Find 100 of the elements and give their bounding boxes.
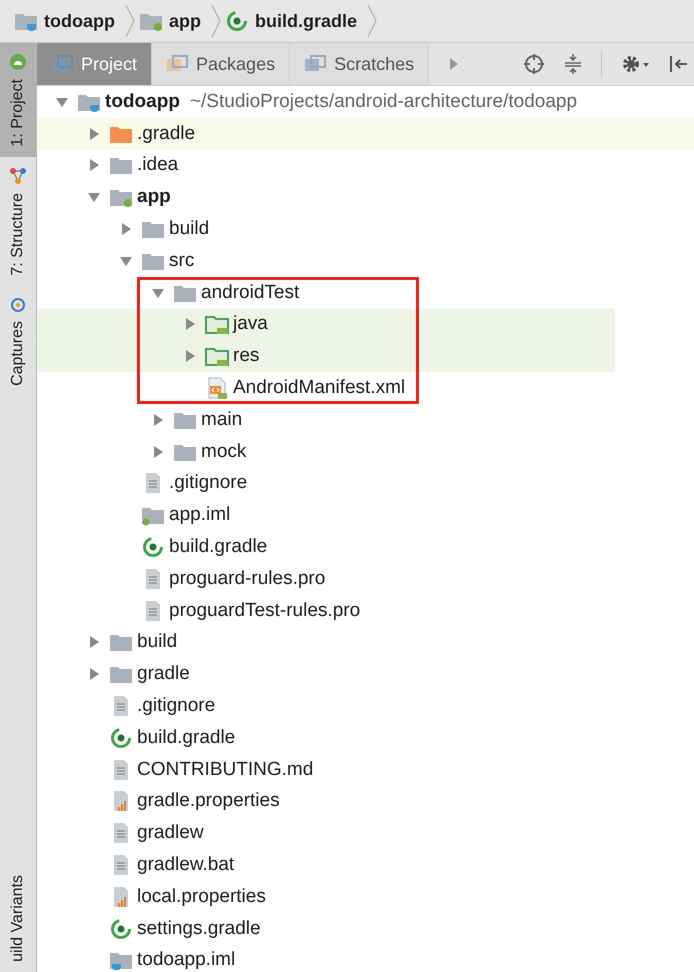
tree-item-label: gradlew.bat [137, 854, 234, 876]
tree-item-label: proguard-rules.pro [169, 568, 326, 590]
more-tabs-button[interactable] [449, 57, 460, 71]
gradle-file-icon [141, 536, 165, 558]
tree-item-label: mock [201, 440, 246, 463]
tree-item-label: local.properties [137, 886, 266, 908]
tree-row[interactable]: todoapp ~/StudioProjects/android-architecture/todoapp [37, 86, 694, 118]
tree-row[interactable]: .gitignore [37, 468, 694, 500]
tree-row[interactable]: androidTest [137, 276, 416, 309]
collapsed-arrow-icon [88, 128, 100, 140]
breadcrumb[interactable]: todoapp [14, 10, 121, 32]
collapsed-arrow-icon [152, 446, 164, 458]
hide-button[interactable] [668, 53, 688, 75]
collapsed-arrow-icon [88, 668, 100, 680]
tree-row[interactable]: src [37, 244, 694, 277]
tree-item-label: src [169, 250, 194, 272]
tree-row[interactable]: gradlew [37, 817, 694, 850]
tree-item-label: build [137, 631, 178, 654]
tree-row[interactable]: local.properties [37, 880, 694, 913]
tree-row[interactable]: .gitignore [37, 690, 694, 722]
tree-item-label: build.gradle [169, 536, 268, 558]
tree-row[interactable]: gradle [37, 658, 694, 690]
collapse-icon [563, 53, 584, 75]
view-tab[interactable]: Packages [152, 43, 290, 85]
tree-row[interactable]: mock [37, 436, 694, 468]
tree-row[interactable]: res [137, 340, 416, 372]
breadcrumb[interactable]: build.gradle [225, 10, 364, 32]
tree-item-label: gradle [137, 663, 190, 686]
project-path: ~/StudioProjects/android-architecture/todoapp [190, 90, 578, 113]
window-icon [166, 55, 188, 73]
tree-row[interactable]: build [37, 626, 694, 658]
tree-item-label: todoapp.iml [137, 949, 236, 972]
settings-button[interactable] [620, 53, 650, 75]
chevron-separator-icon [367, 4, 378, 38]
tool-window-tab[interactable]: 1: Project [0, 43, 36, 157]
tree-item-label: CONTRIBUTING.md [137, 758, 314, 781]
tree-row[interactable]: proguardTest-rules.pro [37, 594, 694, 627]
tree-row[interactable]: todoapp.iml [37, 944, 694, 972]
tree-row[interactable]: build [37, 213, 694, 245]
tree-row[interactable]: .gradle [37, 118, 694, 150]
tree-item-label: settings.gradle [137, 918, 261, 940]
window-icon [51, 55, 73, 73]
tree-row[interactable]: proguard-rules.pro [37, 562, 694, 595]
tree-item-label: build.gradle [137, 726, 236, 749]
chevron-separator-icon [211, 4, 221, 38]
tree-item-label: .idea [137, 154, 178, 176]
tree-item-label: androidTest [201, 282, 300, 304]
view-tab[interactable]: Scratches [290, 43, 430, 85]
tool-window-tab[interactable]: Captures [0, 285, 36, 396]
chevron-separator-icon [124, 4, 135, 38]
android-icon [9, 53, 27, 71]
tree-item-label: .gitignore [137, 695, 216, 718]
window-icon [304, 55, 326, 73]
tree-item-label: todoapp [105, 90, 180, 113]
collapsed-arrow-icon [152, 414, 164, 426]
collapsed-arrow-icon [120, 223, 132, 236]
tree-item-label: app.iml [169, 504, 230, 526]
tree-row[interactable]: build.gradle [37, 722, 694, 754]
expanded-arrow-icon [152, 286, 164, 299]
tree-item-label: java [233, 313, 268, 336]
target-icon [523, 53, 546, 75]
collapsed-arrow-icon [184, 350, 196, 362]
breadcrumb[interactable]: app [138, 10, 207, 32]
tree-row[interactable]: app.iml [37, 499, 694, 532]
test-folder-icon [205, 345, 229, 368]
tree-item-label: app [137, 186, 171, 208]
tool-window-tab[interactable]: 7: Structure [0, 156, 36, 286]
collapse-all-button[interactable] [563, 53, 584, 75]
tree-row[interactable]: gradlew.bat [37, 849, 694, 881]
tree-row[interactable]: java [137, 308, 416, 340]
tree-row[interactable]: app [37, 181, 694, 214]
structure-icon [9, 166, 27, 185]
tree-item-label: main [201, 408, 242, 431]
tree-item-label: res [233, 345, 260, 368]
tree-row[interactable]: CONTRIBUTING.md [37, 754, 694, 786]
tree-item-label: gradlew [137, 822, 204, 844]
expanded-arrow-icon [120, 254, 132, 267]
tree-item-label: .gradle [137, 122, 196, 145]
tree-row[interactable]: build.gradle [37, 531, 694, 563]
expanded-arrow-icon [56, 96, 68, 108]
tree-item-label: build [169, 218, 210, 240]
tree-row[interactable]: gradle.properties [37, 786, 694, 818]
tree-item-label: .gitignore [169, 472, 248, 494]
tree-row[interactable]: main [37, 404, 694, 436]
tree-row[interactable]: AndroidManifest.xml [137, 372, 416, 404]
gradle-file-icon [109, 918, 133, 940]
settings-icon [620, 53, 650, 75]
expanded-arrow-icon [88, 191, 100, 204]
camera-icon [9, 295, 27, 314]
collapsed-arrow-icon [88, 159, 100, 172]
pin-left-icon [668, 53, 688, 75]
test-folder-icon [205, 313, 229, 336]
collapsed-arrow-icon [88, 636, 100, 648]
tree-item-label: proguardTest-rules.pro [169, 600, 360, 622]
tree-row[interactable]: .idea [37, 150, 694, 182]
locate-button[interactable] [523, 53, 546, 75]
tool-window-tab[interactable]: uild Variants [0, 865, 36, 972]
collapsed-arrow-icon [184, 318, 196, 330]
tree-item-label: AndroidManifest.xml [233, 377, 406, 400]
tree-row[interactable]: settings.gradle [37, 912, 694, 945]
